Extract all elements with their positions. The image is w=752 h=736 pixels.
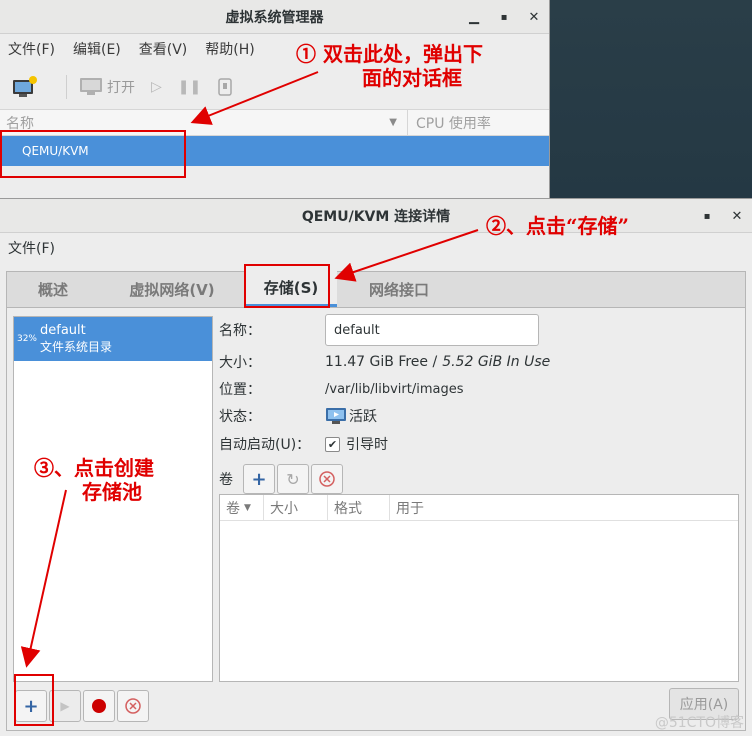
delete-icon [319,471,335,487]
vol-col-volume[interactable]: 卷 ▼ [220,495,264,520]
open-button-label: 打开 [107,79,135,96]
delete-pool-button[interactable] [117,690,149,722]
pool-name-field[interactable]: default [325,314,539,346]
menu-edit[interactable]: 编辑(E) [73,39,121,59]
plus-icon: + [251,468,267,490]
highlight-connection [0,130,186,178]
stop-pool-button[interactable] [83,690,115,722]
tab-bar: 概述 虚拟网络(V) 存储(S) 网络接口 [7,271,745,308]
add-volume-button[interactable]: + [243,464,275,494]
annotation-step1-line2: 面的对话框 [362,66,462,90]
main-toolbar: 打开 ▷ ❚❚ [0,64,549,110]
new-vm-button[interactable] [12,75,38,99]
highlight-storage-tab [244,264,330,308]
vol-col-used-by[interactable]: 用于 [390,495,738,520]
annotation-step2: ②、点击“存储” [486,214,630,238]
close-icon: ✕ [731,208,743,224]
detail-close-button[interactable]: ✕ [722,199,752,233]
delete-icon [125,698,141,714]
main-titlebar: 虚拟系统管理器 ▁ ▪ ✕ [0,0,549,34]
detail-titlebar: QEMU/KVM 连接详情 ▪ ✕ [0,199,752,233]
annotation-step3-line2: 存储池 [82,480,142,504]
name-label: 名称： [219,323,261,339]
highlight-add-pool [14,674,54,726]
run-button[interactable]: ▷ [151,79,162,95]
volume-toolbar: 卷 + ↻ [219,464,739,494]
vol-col-volume-label: 卷 [226,500,240,517]
annotation-step3-line1: ③、点击创建 [34,456,154,480]
autostart-checkbox[interactable]: ✔ [325,436,340,452]
open-button[interactable]: 打开 [79,77,135,97]
tab-network-interfaces[interactable]: 网络接口 [337,271,461,307]
tab-overview[interactable]: 概述 [7,271,99,307]
toolbar-separator [66,74,67,99]
autostart-value: 引导时 [346,437,388,453]
pool-name: default [40,323,86,338]
play-icon: ▷ [151,78,162,95]
maximize-button[interactable]: ▪ [489,0,519,34]
shutdown-button[interactable] [217,77,233,96]
pause-button[interactable]: ❚❚ [178,79,201,95]
sort-chevron-icon: ▼ [244,502,251,513]
refresh-volumes-button[interactable]: ↻ [277,464,309,494]
autostart-label: 自动启动(U)： [219,437,311,453]
size-label: 大小： [219,355,261,371]
size-free: 11.47 GiB Free / [325,354,438,370]
refresh-icon: ↻ [286,469,300,489]
menu-file[interactable]: 文件(F) [8,39,55,59]
detail-menubar: 文件(F) [0,233,752,263]
close-button[interactable]: ✕ [519,0,549,34]
volumes-label: 卷 [219,472,233,488]
pool-name-value: default [334,322,380,338]
menu-view[interactable]: 查看(V) [139,39,188,59]
location-value: /var/lib/libvirt/images [325,381,464,397]
state-label: 状态： [219,409,261,425]
close-icon: ✕ [528,9,540,25]
volume-table-header: 卷 ▼ 大小 格式 用于 [220,495,738,521]
play-icon: ▶ [60,699,70,713]
tab-virtual-networks[interactable]: 虚拟网络(V) [99,271,245,307]
pool-usage-percent: 32% [16,334,37,344]
maximize-icon: ▪ [500,11,508,23]
watermark: @51CTO博客 [654,715,744,731]
size-used: 5.52 GiB In Use [442,354,551,370]
maximize-icon: ▪ [703,210,711,222]
sort-chevron-icon: ▼ [389,117,397,128]
vol-col-format[interactable]: 格式 [328,495,390,520]
pool-info-panel: 名称： default 大小： 11.47 GiB Free / 5.52 Gi… [219,312,739,494]
new-vm-icon [13,75,37,97]
detail-menu-file[interactable]: 文件(F) [8,238,55,258]
stop-icon [92,699,106,713]
delete-volume-button[interactable] [311,464,343,494]
annotation-step1-line1: ① 双击此处，弹出下 [296,42,483,66]
location-label: 位置： [219,382,261,398]
detail-window-title: QEMU/KVM 连接详情 [301,208,451,225]
shutdown-icon [218,77,232,96]
pool-item-default[interactable]: 32% default 文件系统目录 [14,317,212,361]
minimize-icon: ▁ [469,9,479,25]
main-window-title: 虚拟系统管理器 [225,9,324,26]
menu-help[interactable]: 帮助(H) [205,39,254,59]
state-value: 活跃 [349,409,377,425]
pause-icon: ❚❚ [177,78,202,95]
pool-type: 文件系统目录 [40,340,113,354]
active-state-icon [326,408,346,424]
volume-table: 卷 ▼ 大小 格式 用于 [219,494,739,682]
vol-col-size[interactable]: 大小 [264,495,328,520]
column-cpu[interactable]: CPU 使用率 [416,116,491,132]
minimize-button[interactable]: ▁ [459,0,489,34]
monitor-icon [80,77,102,95]
detail-maximize-button[interactable]: ▪ [692,199,722,233]
